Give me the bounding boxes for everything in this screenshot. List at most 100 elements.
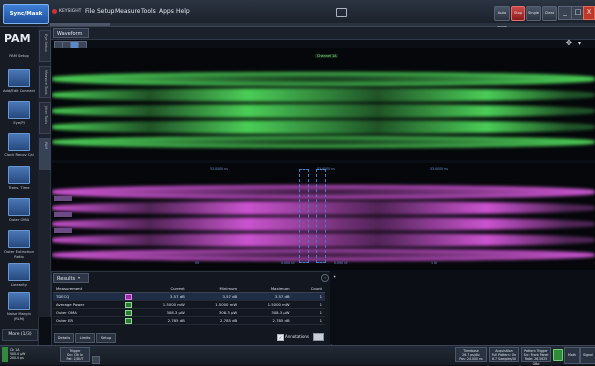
stop-button[interactable]: Stop (511, 6, 525, 21)
sidebar-item-label: Outer OMA (8, 218, 30, 222)
channel-color-icon (125, 309, 133, 316)
tab-waveform[interactable]: Waveform (53, 28, 89, 38)
sidebar-item-eye[interactable]: Eye/PJ (2, 101, 36, 126)
axis-label: 0.000 UI (281, 261, 295, 265)
pattern-trigger-status[interactable]: Pattern Trigger Src: Front Panel Rate: 2… (521, 347, 551, 366)
pin-icon[interactable]: ✦ (333, 274, 336, 279)
acquisition-samples: 8.7 Samples/UI (491, 357, 517, 362)
panel-menu-icon[interactable]: ▾ (578, 40, 587, 47)
sidebar-item-label: PAM Setup (9, 54, 29, 58)
channel-status[interactable]: Ch 1A 500.0 μW 200.0 ps (10, 348, 25, 361)
tab-measure-tools[interactable]: Measure Tools (39, 66, 51, 98)
tab-pam[interactable]: PAM (39, 138, 51, 170)
tab-label: PAM (44, 142, 48, 150)
extinction-ratio-icon (8, 230, 30, 248)
table-row[interactable]: Average Power 1.5000 mW 1.5000 mW 1.5000… (53, 300, 325, 309)
timebase-status[interactable]: Timebase 26.7 ps/div Pos: 24.000 ns (455, 347, 487, 362)
sidebar-item-label: Eye/PJ (13, 121, 25, 125)
count-value: 1 (292, 300, 325, 309)
time-marker: 53.0000 ns (317, 167, 335, 171)
menu-tools[interactable]: Tools (141, 8, 156, 15)
eye-diagram-top[interactable]: Channel 1A (52, 48, 595, 160)
annotations-checkbox[interactable]: ✓ (277, 334, 284, 341)
annotations-color-swatch[interactable] (313, 333, 324, 341)
eye-band (52, 120, 595, 134)
sidebar-item-connect[interactable]: Add/Edit Connect (2, 69, 36, 94)
trigger-status[interactable]: Trigger Src: Clk In Pat: 2/DUT (60, 347, 90, 362)
time-marker: 53.0000 ns (210, 167, 228, 171)
sidebar-item-outer-oma[interactable]: Outer OMA (2, 198, 36, 223)
maximum-value: 3.57 dB (240, 292, 293, 301)
eye-band (52, 104, 595, 118)
details-button[interactable]: Details (54, 333, 74, 343)
tab-label: Eye Setup (44, 34, 48, 52)
sidebar-item-linearity[interactable]: Linearity (2, 263, 36, 288)
sync-mask-button[interactable]: Sync/Mask (3, 4, 49, 24)
camera-icon[interactable] (336, 8, 347, 17)
table-row[interactable]: TDECQ 3.57 dB 3.57 dB 3.57 dB 1 (53, 292, 325, 301)
count-value: 1 (292, 292, 325, 301)
sidebar-item-clock-recovery[interactable]: Clock Recov Cal (2, 133, 36, 158)
sidebar-item-pam-setup[interactable]: PAM Setup (2, 52, 36, 59)
sidebar-item-label: Outer Extinction Ratio (3, 250, 35, 259)
channel-timescale: 200.0 ps (10, 356, 24, 361)
more-button[interactable]: More (1/3) (2, 329, 38, 341)
eye-band (52, 88, 595, 102)
eye-icon (8, 101, 30, 119)
sidebar-item-transition-time[interactable]: Trans. Time (2, 166, 36, 191)
channel-color-icon (125, 293, 133, 300)
signal-button[interactable]: Signal (580, 347, 595, 364)
axis-label: 0V (195, 261, 200, 265)
clear-button[interactable]: Clear (542, 6, 557, 21)
table-header-row: Measurement Current Minimum Maximum Coun… (53, 285, 325, 293)
tab-eye-setup[interactable]: Eye Setup (39, 30, 51, 62)
single-button[interactable]: Single (526, 6, 541, 21)
zoom-icon[interactable]: ✥ (566, 40, 575, 47)
sidebar-item-label: Clock Recov Cal (4, 153, 34, 157)
column-header: Maximum (240, 285, 293, 293)
minimize-button[interactable]: _ (558, 6, 572, 20)
menu-file[interactable]: File (85, 8, 95, 15)
channel-swatch (117, 316, 136, 325)
sidebar-item-extinction-ratio[interactable]: Outer Extinction Ratio (2, 230, 36, 259)
menu-measure[interactable]: Measure (115, 8, 141, 15)
level-marker (54, 212, 72, 217)
measurement-window (316, 169, 326, 263)
maximum-value: 1.5000 mW (240, 300, 293, 309)
measurement-name: TDECQ (53, 292, 118, 301)
acquisition-status[interactable]: Acquisition Full Pattern: On 8.7 Samples… (489, 347, 519, 362)
level-marker (54, 196, 72, 201)
current-value: 2.785 dB (135, 316, 188, 325)
time-marker: 53.0000 ns (430, 167, 448, 171)
trigger-settings-icon[interactable] (92, 356, 100, 364)
limits-button[interactable]: Limits (75, 333, 95, 343)
setup-button[interactable]: Setup (96, 333, 116, 343)
menu-setup[interactable]: Setup (97, 8, 114, 15)
auto-scale-button[interactable]: Auto Scale (494, 6, 510, 28)
chevron-down-icon[interactable]: ▾ (78, 276, 84, 280)
count-value: 1 (292, 308, 325, 317)
waveform-header (51, 27, 595, 40)
menu-apps[interactable]: Apps (159, 8, 174, 15)
level-marker (54, 228, 72, 233)
brand-label: KEYSIGHT (59, 9, 82, 14)
tab-jitter-tools[interactable]: Jitter Tools (39, 102, 51, 134)
progress-strip-fill (50, 23, 110, 26)
channel-swatch (117, 308, 136, 317)
connect-icon (8, 69, 30, 87)
menu-help[interactable]: Help (176, 8, 190, 15)
keysight-logo-icon (52, 9, 57, 14)
sidebar-item-label: Noise Margin (RLM) (7, 312, 31, 321)
table-row[interactable]: Outer ER 2.785 dB 2.785 dB 2.785 dB 1 (53, 316, 325, 325)
results-empty-area (330, 271, 595, 344)
clock-recovery-icon (8, 133, 30, 151)
annotations-label: Annotations (285, 334, 310, 339)
channel-color-chip[interactable] (2, 347, 8, 362)
close-button[interactable]: X (583, 6, 595, 20)
table-row[interactable]: Outer OMA 308.3 μW 308.3 μW 308.3 μW 1 (53, 308, 325, 317)
collapse-icon[interactable]: ‹ (321, 274, 329, 282)
eye-diagram-bottom[interactable]: 53.0000 ns 53.0000 ns 53.0000 ns 0V 0.00… (52, 163, 595, 270)
sidebar-item-noise-margin[interactable]: Noise Margin (RLM) (2, 292, 36, 321)
lock-icon[interactable] (553, 349, 563, 361)
math-button[interactable]: Math (564, 347, 580, 364)
